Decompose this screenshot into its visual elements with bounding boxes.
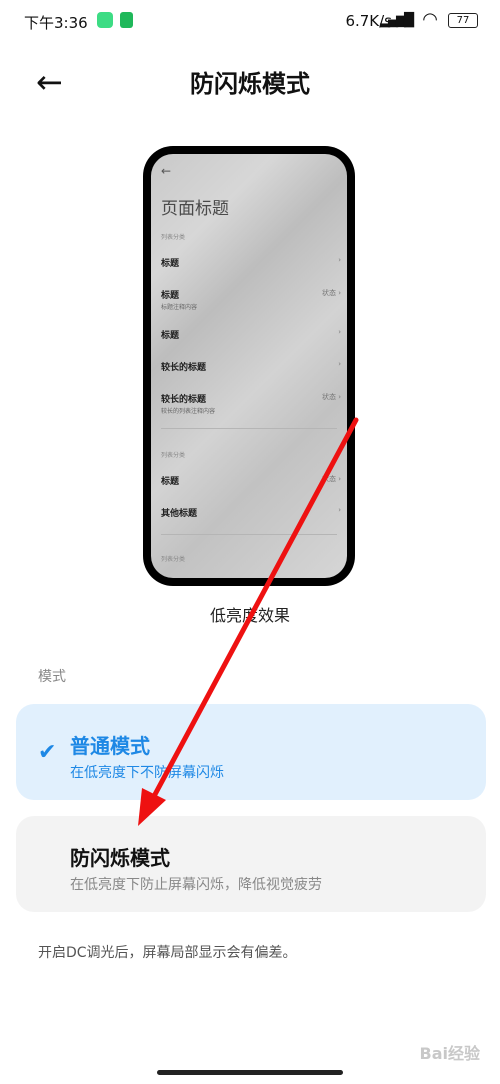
annotation-arrow-icon xyxy=(138,417,359,826)
watermark-logo: Bai经验 xyxy=(419,1044,480,1063)
home-indicator[interactable] xyxy=(157,1070,343,1075)
